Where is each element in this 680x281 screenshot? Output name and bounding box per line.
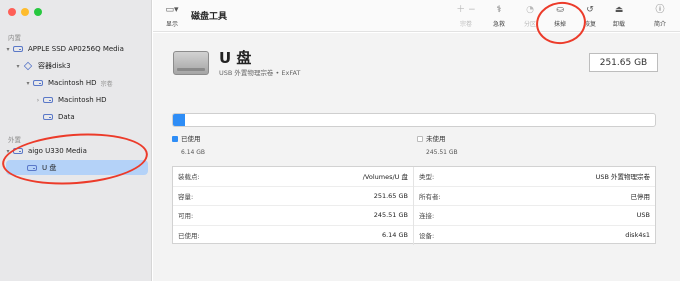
- window-title: 磁盘工具: [191, 12, 228, 22]
- info-row: 可用: 245.51 GB: [173, 206, 413, 226]
- info-row: 类型: USB 外置物理宗卷: [414, 167, 655, 187]
- sidebar-item-data[interactable]: Data: [0, 110, 152, 124]
- chevron-down-icon[interactable]: ▾: [4, 46, 12, 53]
- capacity-badge: 251.65 GB: [589, 53, 658, 72]
- sidebar-toggle-icon: ▭▾: [165, 5, 179, 15]
- sidebar-item-label: Data: [58, 113, 75, 121]
- sidebar-item-suffix: 宗卷: [100, 80, 113, 88]
- sidebar-item-macintosh-hd-volume[interactable]: ▾ Macintosh HD 宗卷: [0, 76, 152, 90]
- sidebar-item-label: Macintosh HD: [48, 79, 97, 87]
- toolbar: ▭▾ 显示 磁盘工具 ＋ − 宗卷 ⚕ 急救 ◔ 分区 ⛀ 抹掉 ↺ 恢复 ⏏ …: [153, 0, 680, 32]
- info-row: 设备: disk4s1: [419, 231, 650, 241]
- drive-icon: [42, 113, 54, 121]
- view-button[interactable]: ▭▾ 显示: [159, 5, 185, 28]
- zoom-button[interactable]: [34, 8, 42, 16]
- sidebar-item-label: Macintosh HD: [58, 96, 107, 104]
- sidebar: 内置 ▾ APPLE SSD AP0256Q Media ▾ 容器disk3 ▾…: [0, 0, 152, 281]
- info-row: 装载点:/Volumes/U 盘: [173, 167, 413, 187]
- restore-button[interactable]: ↺ 恢复: [577, 5, 603, 28]
- info-column-left: 装载点:/Volumes/U 盘 容量: 251.65 GB 可用: 245.51 …: [173, 167, 414, 245]
- sidebar-item-container-disk3[interactable]: ▾ 容器disk3: [0, 59, 152, 73]
- chevron-down-icon[interactable]: ▾: [4, 148, 12, 155]
- unmount-button[interactable]: ⏏ 卸载: [606, 5, 632, 28]
- erase-icon: ⛀: [556, 5, 564, 15]
- sidebar-item-u-disk[interactable]: U 盘: [0, 161, 152, 175]
- free-swatch: [417, 136, 423, 142]
- window-controls: [8, 8, 42, 16]
- container-icon: [22, 61, 34, 71]
- used-value: 6.14 GB: [181, 149, 206, 156]
- external-drive-icon: [173, 47, 209, 77]
- volume-button[interactable]: ＋ − 宗卷: [453, 5, 479, 28]
- sidebar-item-aigo-u330[interactable]: ▾ aigo U330 Media: [0, 144, 152, 158]
- free-value: 245.51 GB: [426, 149, 458, 156]
- erase-button[interactable]: ⛀ 抹掉: [547, 5, 573, 28]
- sidebar-item-apple-ssd[interactable]: ▾ APPLE SSD AP0256Q Media: [0, 42, 152, 56]
- sidebar-item-macintosh-hd[interactable]: › Macintosh HD: [0, 93, 152, 107]
- info-row: 所有者: 已停用: [414, 187, 655, 206]
- disk-utility-window: 内置 ▾ APPLE SSD AP0256Q Media ▾ 容器disk3 ▾…: [0, 0, 680, 281]
- drive-icon: [32, 79, 44, 87]
- minimize-button[interactable]: [21, 8, 29, 16]
- drive-icon: [26, 164, 38, 172]
- usage-bar: [172, 113, 656, 127]
- info-icon: ⓘ: [655, 5, 665, 15]
- chevron-down-icon[interactable]: ▾: [14, 63, 22, 70]
- used-swatch: [172, 136, 178, 142]
- info-row: 已使用: 6.14 GB: [178, 231, 408, 241]
- sidebar-section-internal: 内置: [8, 34, 21, 42]
- plus-minus-icon: ＋ −: [456, 5, 476, 15]
- drive-icon: [12, 147, 24, 155]
- sidebar-section-external: 外置: [8, 136, 21, 144]
- main-panel: U 盘 USB 外置物理宗卷 • ExFAT 251.65 GB 已使用 6.1…: [153, 33, 680, 281]
- eject-icon: ⏏: [614, 5, 624, 15]
- chevron-right-icon[interactable]: ›: [34, 97, 42, 104]
- chevron-down-icon[interactable]: ▾: [24, 80, 32, 87]
- disk-name: U 盘: [219, 49, 252, 67]
- drive-icon: [12, 45, 24, 53]
- usage-bar-used: [173, 114, 185, 126]
- partition-button[interactable]: ◔ 分区: [517, 5, 543, 28]
- info-column-right: 类型: USB 外置物理宗卷 所有者: 已停用 连接: USB 设备: disk4s1: [414, 167, 655, 245]
- sidebar-item-label: aigo U330 Media: [28, 147, 87, 155]
- sidebar-item-label: U 盘: [42, 163, 57, 172]
- sidebar-item-label: APPLE SSD AP0256Q Media: [28, 45, 124, 53]
- drive-icon: [42, 96, 54, 104]
- close-button[interactable]: [8, 8, 16, 16]
- legend-free: 未使用 245.51 GB: [417, 133, 458, 156]
- info-row: 容量: 251.65 GB: [173, 187, 413, 206]
- legend-used: 已使用 6.14 GB: [172, 133, 205, 156]
- sidebar-item-label: 容器disk3: [38, 62, 71, 70]
- first-aid-button[interactable]: ⚕ 急救: [486, 5, 512, 28]
- info-table: 装载点:/Volumes/U 盘 容量: 251.65 GB 可用: 245.51 …: [172, 166, 656, 245]
- disk-subtitle: USB 外置物理宗卷 • ExFAT: [219, 69, 301, 77]
- stethoscope-icon: ⚕: [496, 5, 502, 15]
- pie-icon: ◔: [526, 5, 534, 15]
- restore-icon: ↺: [586, 5, 594, 15]
- info-row: 连接: USB: [414, 206, 655, 226]
- info-button[interactable]: ⓘ 简介: [647, 5, 673, 28]
